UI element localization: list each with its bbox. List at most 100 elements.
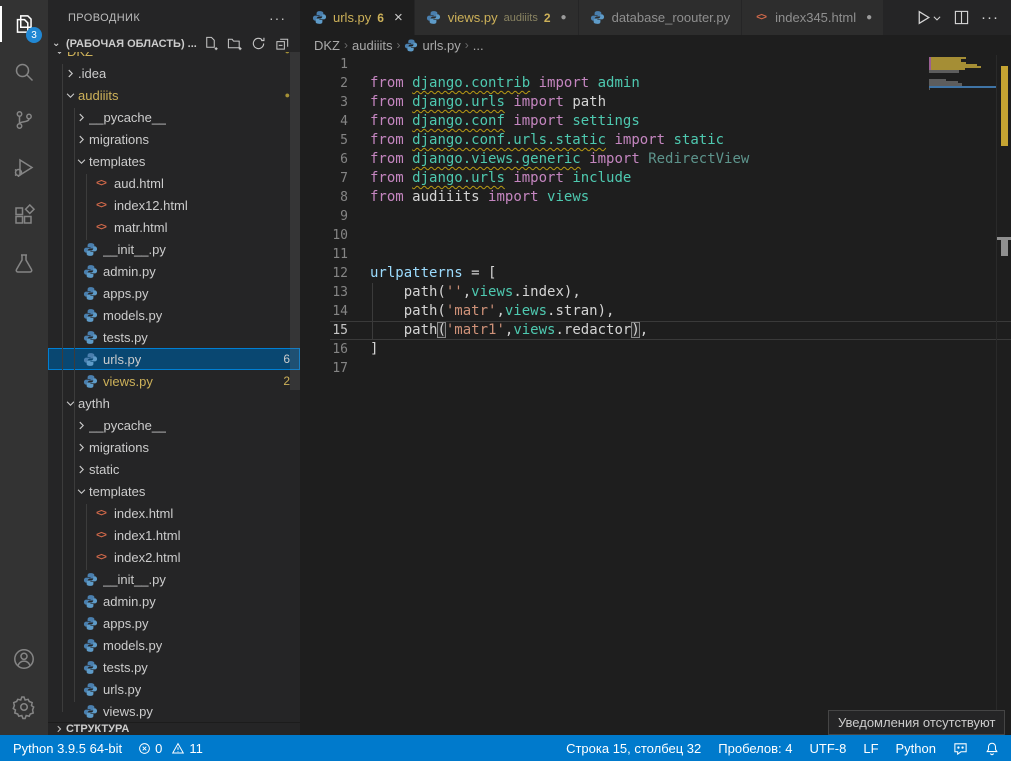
tree-item-urls.py[interactable]: urls.py6 <box>48 348 300 370</box>
run-debug-icon[interactable] <box>0 144 48 192</box>
tree-item-templates[interactable]: templates <box>48 480 300 502</box>
account-icon[interactable] <box>0 635 48 683</box>
feedback-icon[interactable] <box>953 741 968 756</box>
sidebar-scrollbar[interactable] <box>290 52 300 390</box>
editor-more-icon[interactable]: ··· <box>981 9 999 26</box>
tree-item-tests.py[interactable]: tests.py <box>48 656 300 678</box>
tree-item-__init__.py[interactable]: __init__.py <box>48 238 300 260</box>
tree-item-models.py[interactable]: models.py <box>48 634 300 656</box>
python-file-icon <box>82 263 98 279</box>
minimap[interactable] <box>929 55 996 735</box>
tree-item-index1.html[interactable]: <>index1.html <box>48 524 300 546</box>
outline-section-header[interactable]: СТРУКТУРА <box>48 722 300 735</box>
new-file-icon[interactable] <box>203 36 218 51</box>
tree-item-apps.py[interactable]: apps.py <box>48 282 300 304</box>
status-item[interactable]: Python <box>896 741 936 756</box>
tree-item-audiiits[interactable]: audiiits● <box>48 84 300 106</box>
extensions-icon[interactable] <box>0 192 48 240</box>
code-line-2[interactable]: 2from django.contrib import admin <box>300 74 1011 93</box>
tree-item-__pycache__[interactable]: __pycache__ <box>48 414 300 436</box>
tree-item-.idea[interactable]: .idea <box>48 62 300 84</box>
source-control-icon[interactable] <box>0 96 48 144</box>
code-line-12[interactable]: 12urlpatterns = [ <box>300 264 1011 283</box>
breadcrumb-item-...[interactable]: ... <box>473 38 484 53</box>
code-line-15[interactable]: 15 path('matr1',views.redactor), <box>300 321 1011 340</box>
tree-item-__pycache__[interactable]: __pycache__ <box>48 106 300 128</box>
breadcrumb-item-audiiits[interactable]: audiiits <box>352 38 392 53</box>
tree-item-index12.html[interactable]: <>index12.html <box>48 194 300 216</box>
python-file-icon <box>82 703 98 719</box>
explorer-icon[interactable]: 3 <box>0 0 48 48</box>
tab-database_roouter.py[interactable]: database_roouter.py <box>579 0 743 35</box>
code-line-10[interactable]: 10 <box>300 226 1011 245</box>
problems-status[interactable]: 0 11 <box>138 741 203 756</box>
run-button[interactable] <box>915 9 942 26</box>
python-file-icon <box>82 571 98 587</box>
code-line-3[interactable]: 3from django.urls import path <box>300 93 1011 112</box>
tab-urls.py[interactable]: urls.py6× <box>300 0 415 35</box>
code-editor[interactable]: 12from django.contrib import admin3from … <box>300 55 1011 735</box>
modified-dot-icon[interactable]: ● <box>561 12 567 23</box>
tree-item-views.py[interactable]: views.py <box>48 700 300 722</box>
tab-index345.html[interactable]: <>index345.html● <box>742 0 884 35</box>
notifications-bell-icon[interactable] <box>985 741 999 756</box>
collapse-folders-icon[interactable] <box>275 36 290 51</box>
close-icon[interactable]: × <box>394 9 403 26</box>
sidebar-more-icon[interactable]: ··· <box>269 10 286 26</box>
split-editor-icon[interactable] <box>954 10 969 25</box>
tree-item-urls.py[interactable]: urls.py <box>48 678 300 700</box>
line-number: 6 <box>300 150 348 169</box>
tree-item-admin.py[interactable]: admin.py <box>48 260 300 282</box>
status-item[interactable]: LF <box>863 741 878 756</box>
line-content: path('',views.index), <box>348 283 1011 302</box>
tree-item-static[interactable]: static <box>48 458 300 480</box>
settings-gear-icon[interactable] <box>0 683 48 731</box>
code-line-8[interactable]: 8from audiiits import views <box>300 188 1011 207</box>
chevron-right-icon <box>74 420 89 431</box>
tree-item-DKZ[interactable]: DKZ● <box>48 52 300 62</box>
breadcrumb-item-urls.py[interactable]: urls.py <box>404 38 460 53</box>
search-icon[interactable] <box>0 48 48 96</box>
tree-item-migrations[interactable]: migrations <box>48 128 300 150</box>
breadcrumb-item-DKZ[interactable]: DKZ <box>314 38 340 53</box>
code-line-14[interactable]: 14 path('matr',views.stran), <box>300 302 1011 321</box>
code-line-13[interactable]: 13 path('',views.index), <box>300 283 1011 302</box>
tree-item-migrations[interactable]: migrations <box>48 436 300 458</box>
modified-dot-icon[interactable]: ● <box>866 12 872 23</box>
tree-item-__init__.py[interactable]: __init__.py <box>48 568 300 590</box>
refresh-icon[interactable] <box>251 36 266 51</box>
chevron-down-icon <box>932 13 942 23</box>
new-folder-icon[interactable] <box>227 36 242 51</box>
tab-views.py[interactable]: views.pyaudiiits2● <box>415 0 579 35</box>
testing-icon[interactable] <box>0 240 48 288</box>
workspace-section-header[interactable]: ⌄ (РАБОЧАЯ ОБЛАСТЬ) ... <box>48 35 300 52</box>
breadcrumb-separator: › <box>344 38 348 52</box>
code-line-17[interactable]: 17 <box>300 359 1011 378</box>
tree-item-views.py[interactable]: views.py2 <box>48 370 300 392</box>
status-item[interactable]: Пробелов: 4 <box>718 741 792 756</box>
tree-item-matr.html[interactable]: <>matr.html <box>48 216 300 238</box>
code-line-5[interactable]: 5from django.conf.urls.static import sta… <box>300 131 1011 150</box>
code-line-7[interactable]: 7from django.urls import include <box>300 169 1011 188</box>
code-line-11[interactable]: 11 <box>300 245 1011 264</box>
status-item[interactable]: Строка 15, столбец 32 <box>566 741 701 756</box>
tree-item-models.py[interactable]: models.py <box>48 304 300 326</box>
code-line-4[interactable]: 4from django.conf import settings <box>300 112 1011 131</box>
code-line-1[interactable]: 1 <box>300 55 1011 74</box>
python-interpreter-status[interactable]: Python 3.9.5 64-bit <box>13 741 122 756</box>
python-file-icon <box>82 285 98 301</box>
status-item[interactable]: UTF-8 <box>810 741 847 756</box>
chevron-down-icon: ⌄ <box>52 38 66 49</box>
tree-item-tests.py[interactable]: tests.py <box>48 326 300 348</box>
code-line-9[interactable]: 9 <box>300 207 1011 226</box>
code-line-16[interactable]: 16] <box>300 340 1011 359</box>
tree-item-index2.html[interactable]: <>index2.html <box>48 546 300 568</box>
tree-item-apps.py[interactable]: apps.py <box>48 612 300 634</box>
code-line-6[interactable]: 6from django.views.generic import Redire… <box>300 150 1011 169</box>
tree-item-index.html[interactable]: <>index.html <box>48 502 300 524</box>
tree-item-aythh[interactable]: aythh <box>48 392 300 414</box>
tree-item-templates[interactable]: templates <box>48 150 300 172</box>
tree-item-aud.html[interactable]: <>aud.html <box>48 172 300 194</box>
overview-ruler[interactable] <box>996 55 1011 735</box>
tree-item-admin.py[interactable]: admin.py <box>48 590 300 612</box>
